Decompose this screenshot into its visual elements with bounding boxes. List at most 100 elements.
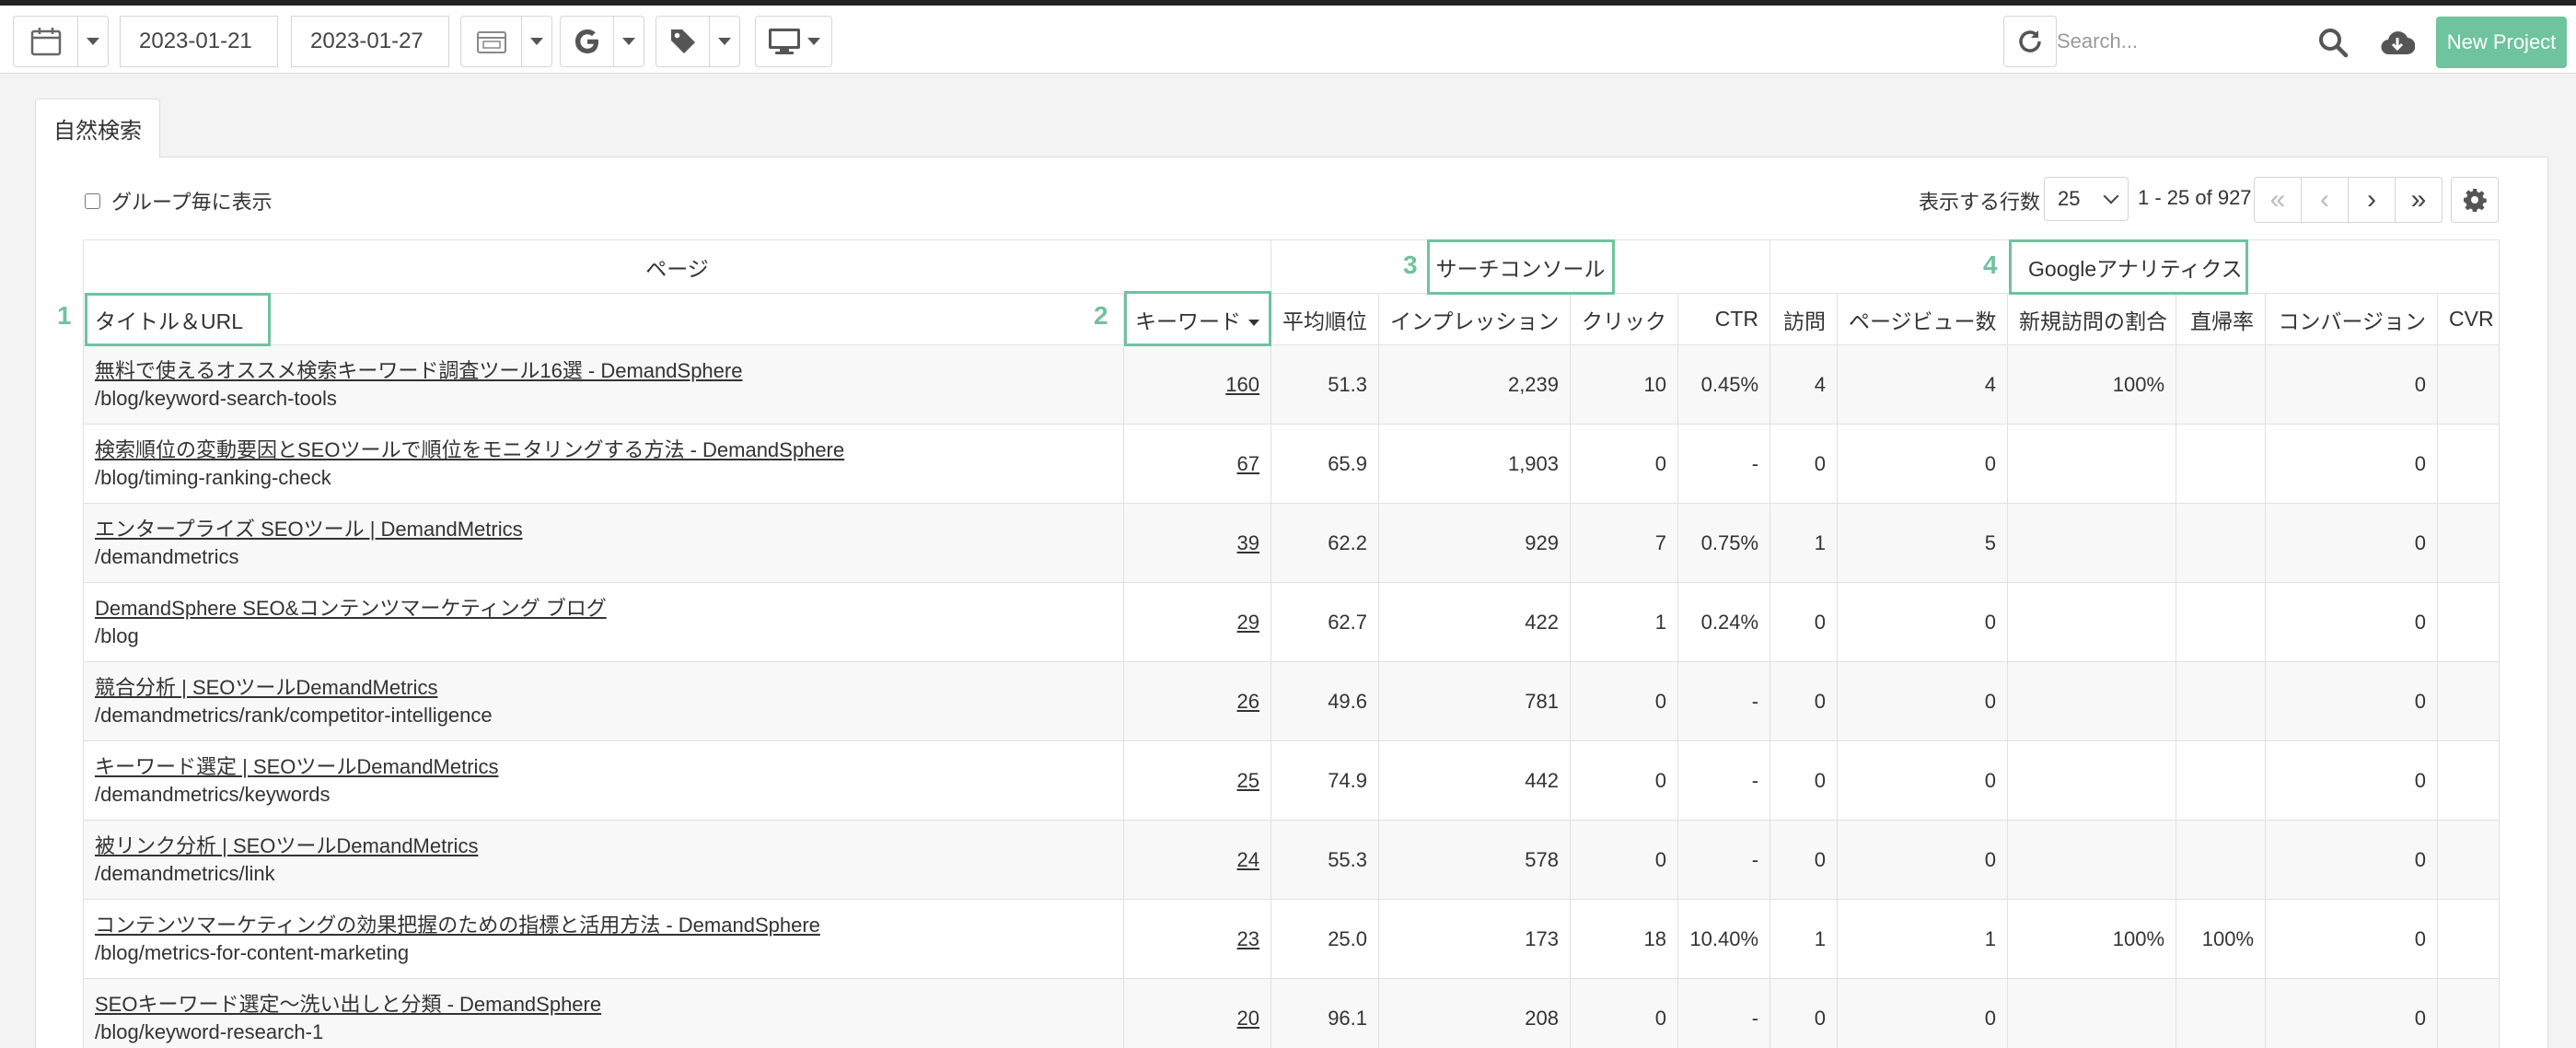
table-row: 無料で使えるオススメ検索キーワード調査ツール16選 - DemandSphere… [83,344,2501,425]
search-engine-button[interactable] [560,16,613,67]
cell-bounce-rate [2176,661,2267,741]
search-button[interactable] [2311,20,2355,64]
group-header-search-console: サーチコンソール [1271,239,1771,294]
cell-clicks: 18 [1570,899,1679,979]
cell-bounce-rate [2176,820,2267,900]
start-date-input[interactable]: 2023-01-21 [120,16,278,67]
sort-desc-icon [1248,319,1260,326]
page-url: /blog/keyword-research-1 [95,1019,324,1043]
col-clicks[interactable]: クリック [1570,293,1679,345]
gear-icon [2464,189,2487,212]
cell-cvr [2437,899,2501,979]
search-console-label: サーチコンソール [1435,256,1606,281]
chevron-left-icon: ‹ [2320,184,2329,215]
cell-ctr: 0.45% [1677,344,1771,425]
page-title-link[interactable]: 競合分析 | SEOツールDemandMetrics [95,674,1112,702]
page-title-link[interactable]: エンタープライズ SEOツール | DemandMetrics [95,516,1112,543]
col-title-url[interactable]: タイトル＆URL [83,293,1124,345]
cell-avg-rank: 62.2 [1271,503,1380,583]
col-impressions[interactable]: インプレッション [1378,293,1572,345]
chevron-down-icon [807,38,820,45]
keywords-count-link[interactable]: 39 [1237,531,1259,554]
new-project-button[interactable]: New Project [2436,17,2567,68]
cell-ctr: - [1677,740,1771,821]
keywords-count-link[interactable]: 24 [1237,848,1259,871]
table-settings-button[interactable] [2451,177,2499,223]
page-title-link[interactable]: 検索順位の変動要因とSEOツールで順位をモニタリングする方法 - DemandS… [95,437,1112,464]
cell-visits: 0 [1770,424,1839,504]
table-row: DemandSphere SEO&コンテンツマーケティング ブログ/blog 29… [83,582,2501,662]
cell-impressions: 2,239 [1378,344,1572,425]
keywords-count-link[interactable]: 29 [1237,611,1259,634]
search-engine-dropdown-button[interactable] [613,16,644,67]
tag-dropdown-button[interactable] [709,16,740,67]
keywords-count-link[interactable]: 25 [1237,769,1259,792]
page-title-link[interactable]: 無料で使えるオススメ検索キーワード調査ツール16選 - DemandSphere [95,357,1112,385]
col-pageviews[interactable]: ページビュー数 [1837,293,2009,345]
page-title-link[interactable]: キーワード選定 | SEOツールDemandMetrics [95,753,1112,781]
keywords-count-link[interactable]: 26 [1237,690,1259,713]
refresh-button[interactable] [2003,16,2057,67]
keywords-count-link[interactable]: 160 [1225,373,1259,396]
cell-visits: 0 [1770,820,1839,900]
col-bounce-rate[interactable]: 直帰率 [2176,293,2267,345]
cell-avg-rank: 62.7 [1271,582,1380,662]
page-title-link[interactable]: SEOキーワード選定〜洗い出しと分類 - DemandSphere [95,991,1112,1019]
rows-per-page-select[interactable]: 25 [2044,177,2129,221]
col-ctr[interactable]: CTR [1677,293,1771,345]
cell-new-visit-rate: 100% [2007,344,2177,425]
cell-avg-rank: 96.1 [1271,978,1380,1048]
cell-keywords: 26 [1122,661,1272,741]
col-keywords[interactable]: キーワード [1122,293,1272,345]
group-checkbox[interactable] [85,192,100,209]
calendar-dropdown-button[interactable] [77,16,109,67]
cell-cvr [2437,503,2501,583]
col-visits[interactable]: 訪問 [1770,293,1839,345]
cell-pageviews: 0 [1837,740,2009,821]
tag-button[interactable] [656,16,709,67]
cell-cvr [2437,424,2501,504]
cell-bounce-rate: 100% [2176,899,2267,979]
tab-organic-search[interactable]: 自然検索 [35,99,160,157]
prev-page-button[interactable]: ‹ [2301,177,2349,223]
group-display-toggle[interactable]: グループ毎に表示 [85,186,273,215]
annotation-number-4: 4 [1983,250,1998,279]
last-page-button[interactable]: » [2395,177,2443,223]
date-range-button[interactable] [460,16,521,67]
end-date-input[interactable]: 2023-01-27 [291,16,449,67]
cell-bounce-rate [2176,344,2267,425]
chevron-down-icon [718,38,731,45]
cell-ctr: 0.75% [1677,503,1771,583]
page-title-link[interactable]: DemandSphere SEO&コンテンツマーケティング ブログ [95,595,1112,623]
col-cvr[interactable]: CVR [2437,293,2501,345]
cell-keywords: 39 [1122,503,1272,583]
date-range-dropdown-button[interactable] [521,16,552,67]
annotation-number-2: 2 [1094,301,1108,330]
col-avg-rank[interactable]: 平均順位 [1271,293,1380,345]
download-button[interactable] [2375,20,2419,64]
page-title-link[interactable]: 被リンク分析 | SEOツールDemandMetrics [95,833,1112,860]
cell-pageviews: 1 [1837,899,2009,979]
cell-avg-rank: 55.3 [1271,820,1380,900]
keywords-count-link[interactable]: 23 [1237,927,1259,950]
calendar-button[interactable] [13,16,77,67]
table-row: SEOキーワード選定〜洗い出しと分類 - DemandSphere/blog/k… [83,978,2501,1048]
first-page-button[interactable]: « [2254,177,2302,223]
keywords-count-link[interactable]: 20 [1237,1007,1259,1030]
device-button[interactable] [755,16,832,67]
cell-clicks: 0 [1570,661,1679,741]
col-conversions[interactable]: コンバージョン [2265,293,2439,345]
cell-page: 競合分析 | SEOツールDemandMetrics/demandmetrics… [83,661,1124,741]
page-url: /blog/timing-ranking-check [95,465,331,489]
next-page-button[interactable]: › [2348,177,2396,223]
page-title-link[interactable]: コンテンツマーケティングの効果把握のための指標と活用方法 - DemandSph… [95,912,1112,939]
cell-cvr [2437,661,2501,741]
search-input[interactable]: Search... [2057,16,2324,67]
keywords-count-link[interactable]: 67 [1237,452,1259,475]
page-url: /blog/metrics-for-content-marketing [95,940,410,964]
cell-keywords: 20 [1122,978,1272,1048]
page-url: /blog [95,623,139,647]
cell-avg-rank: 51.3 [1271,344,1380,425]
cell-cvr [2437,344,2501,425]
col-new-visit-rate[interactable]: 新規訪問の割合 [2007,293,2177,345]
